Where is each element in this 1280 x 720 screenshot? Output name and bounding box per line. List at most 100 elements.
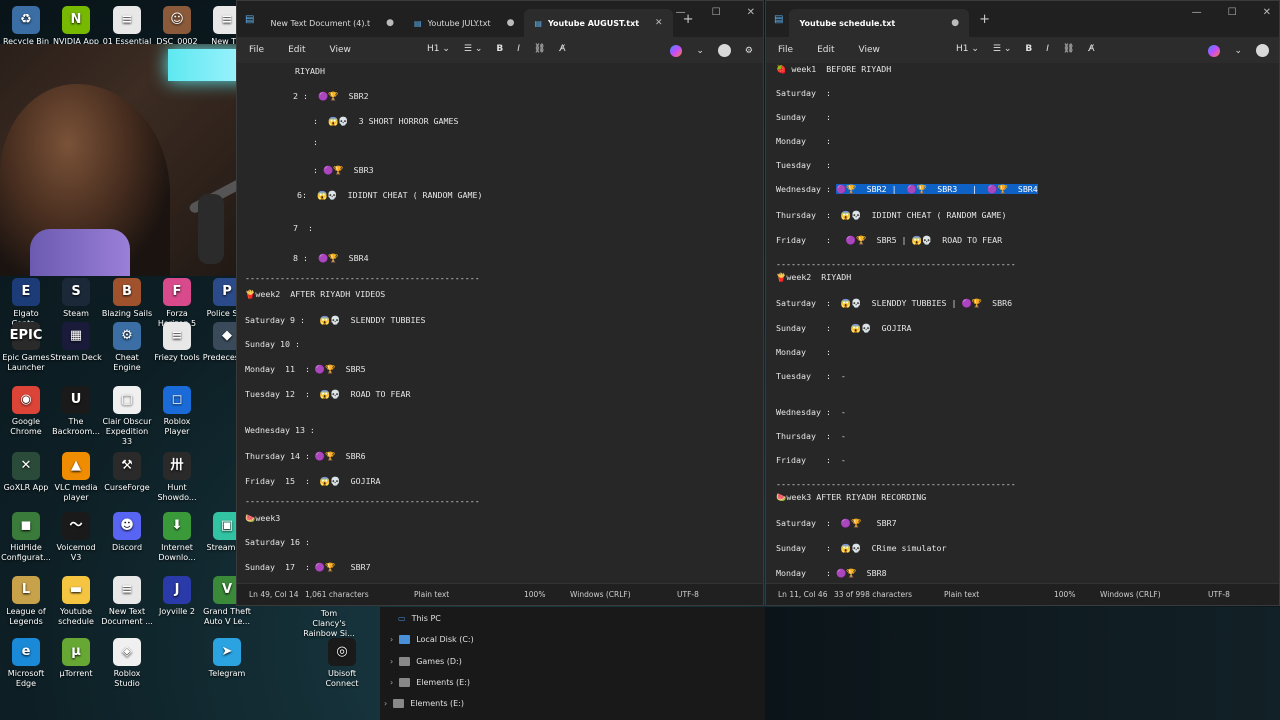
desktop-shortcut[interactable]: 〜 Voicemod V3 <box>50 512 102 563</box>
tab-new-text-document[interactable]: New Text Document (4).t ● <box>260 9 404 37</box>
modified-dot-icon: ● <box>386 18 395 28</box>
desktop-shortcut-label: HidHide Configurat... <box>1 543 51 562</box>
nav-item-local-disk[interactable]: › Local Disk (C:) <box>390 635 474 644</box>
desktop-shortcut[interactable]: ☺ DSC_0002 <box>151 6 203 47</box>
encoding[interactable]: UTF-8 <box>677 590 699 599</box>
nav-item-elements[interactable]: › Elements (E:) <box>390 678 470 687</box>
gear-icon[interactable]: ⚙ <box>745 46 753 56</box>
desktop-shortcut[interactable]: ≡ 01 Essential <box>101 6 153 47</box>
desktop-shortcut[interactable]: ⚙ Cheat Engine <box>101 322 153 373</box>
desktop-shortcut[interactable]: ⚒ CurseForge <box>101 452 153 493</box>
close-icon[interactable]: ✕ <box>747 7 755 18</box>
desktop-shortcut[interactable]: ♻ Recycle Bin <box>0 6 52 47</box>
menu-edit[interactable]: Edit <box>276 45 317 55</box>
link-icon[interactable]: ⛓ <box>534 44 545 54</box>
desktop-shortcut[interactable]: U The Backroom... <box>50 386 102 437</box>
zoom-level[interactable]: 100% <box>1054 590 1075 599</box>
menu-view[interactable]: View <box>318 45 363 55</box>
heading-dropdown[interactable]: H1 ⌄ <box>427 44 450 54</box>
desktop-shortcut[interactable]: 卅 Hunt Showdo... <box>151 452 203 503</box>
text-line: : 🟣🏆 SBR3 <box>303 165 374 175</box>
account-avatar-icon[interactable] <box>1256 44 1269 57</box>
desktop-shortcut[interactable]: ▲ VLC media player <box>50 452 102 503</box>
desktop-shortcut[interactable]: N NVIDIA App <box>50 6 102 47</box>
menu-edit[interactable]: Edit <box>805 45 846 55</box>
nav-item-this-pc[interactable]: ▭ This PC <box>398 614 441 623</box>
clear-format-icon[interactable]: A̸ <box>559 44 565 54</box>
italic-icon[interactable]: I <box>517 44 520 54</box>
account-avatar-icon[interactable] <box>717 44 731 57</box>
encoding[interactable]: UTF-8 <box>1208 590 1230 599</box>
zoom-level[interactable]: 100% <box>524 590 545 599</box>
chevron-down-icon[interactable]: ⌄ <box>1234 46 1242 56</box>
copilot-icon[interactable] <box>670 44 683 57</box>
notepad-window-august[interactable]: ▤ New Text Document (4).t ● ▤ Youtube JUL… <box>236 0 764 606</box>
desktop-shortcut[interactable]: µ µTorrent <box>50 638 102 679</box>
chevron-right-icon[interactable]: › <box>384 699 387 708</box>
new-tab-icon[interactable]: + <box>979 12 990 27</box>
tab-youtube-august[interactable]: ▤ Youtube AUGUST.txt ✕ <box>524 9 673 37</box>
close-tab-icon[interactable]: ✕ <box>655 18 663 28</box>
desktop-shortcut[interactable]: ⬇ Internet Downlo... <box>151 512 203 563</box>
link-icon[interactable]: ⛓ <box>1063 44 1074 54</box>
text-line: ----------------------------------------… <box>776 479 1016 489</box>
roblox-studio-icon: ◈ <box>113 638 141 666</box>
line-ending[interactable]: Windows (CRLF) <box>570 590 631 599</box>
desktop-shortcut[interactable]: S Steam <box>50 278 102 319</box>
desktop-shortcut[interactable]: ▬ Youtube schedule <box>50 576 102 627</box>
desktop-shortcut[interactable]: ≡ Friezy tools <box>151 322 203 363</box>
desktop-shortcut[interactable]: J Joyville 2 <box>151 576 203 617</box>
desktop-shortcut[interactable]: ◻ Roblox Player <box>151 386 203 437</box>
desktop-shortcut[interactable]: ▢ Clair Obscur Expedition 33 <box>101 386 153 447</box>
maximize-icon[interactable]: ☐ <box>1228 7 1237 18</box>
maximize-icon[interactable]: ☐ <box>712 7 721 18</box>
desktop-shortcut[interactable]: ➤ Telegram <box>201 638 253 679</box>
desktop-shortcut[interactable]: ◼ HidHide Configurat... <box>0 512 52 563</box>
desktop-shortcut[interactable]: ≡ New Text Document ... <box>101 576 153 627</box>
minimize-icon[interactable]: — <box>1192 7 1202 18</box>
curseforge-icon: ⚒ <box>113 452 141 480</box>
minimize-icon[interactable]: — <box>676 7 686 18</box>
desktop-shortcut[interactable]: ◉ Google Chrome <box>0 386 52 437</box>
clear-format-icon[interactable]: A̸ <box>1088 44 1094 54</box>
menu-view[interactable]: View <box>847 45 892 55</box>
menu-file[interactable]: File <box>766 45 805 55</box>
heading-dropdown[interactable]: H1 ⌄ <box>956 44 979 54</box>
telegram-icon: ➤ <box>213 638 241 666</box>
nav-item-elements-2[interactable]: › Elements (E:) <box>384 699 464 708</box>
italic-icon[interactable]: I <box>1046 44 1049 54</box>
close-icon[interactable]: ✕ <box>1263 7 1271 18</box>
cursor-position: Ln 11, Col 46 <box>778 590 828 599</box>
desktop-shortcut[interactable]: EPIC Epic Games Launcher <box>0 322 52 373</box>
desktop-shortcut[interactable]: ▦ Stream Deck <box>50 322 102 363</box>
copilot-icon[interactable] <box>1208 44 1221 57</box>
desktop-shortcut[interactable]: ◈ Roblox Studio <box>101 638 153 689</box>
text-editor[interactable]: RIYADH 2 : 🟣🏆 SBR2 : 😱💀 3 SHORT HORROR GA… <box>237 63 763 583</box>
desktop-shortcut[interactable]: e Microsoft Edge <box>0 638 52 689</box>
tab-youtube-july[interactable]: ▤ Youtube JULY.txt ● <box>404 9 524 37</box>
list-icon[interactable]: ☰ ⌄ <box>993 44 1011 54</box>
bold-icon[interactable]: B <box>496 44 503 54</box>
chevron-right-icon[interactable]: › <box>390 635 393 644</box>
list-icon[interactable]: ☰ ⌄ <box>464 44 482 54</box>
menu-file[interactable]: File <box>237 45 276 55</box>
hunt-icon: 卅 <box>163 452 191 480</box>
chevron-down-icon[interactable]: ⌄ <box>696 46 704 56</box>
desktop-shortcut[interactable]: ✕ GoXLR App <box>0 452 52 493</box>
desktop-shortcut[interactable]: B Blazing Sails <box>101 278 153 319</box>
roblox-icon: ◻ <box>163 386 191 414</box>
notepad-window-schedule[interactable]: ▤ Youtube schedule.txt ● + — ☐ ✕ File Edi… <box>765 0 1280 606</box>
text-selection[interactable]: 🟣🏆 SBR2 | 🟣🏆 SBR3 | 🟣🏆 SBR4 <box>835 184 1038 194</box>
notepad-tab-icon: ▤ <box>414 18 422 28</box>
chevron-right-icon[interactable]: › <box>390 678 393 687</box>
chevron-right-icon[interactable]: › <box>390 657 393 666</box>
bold-icon[interactable]: B <box>1025 44 1032 54</box>
desktop-shortcut[interactable]: L League of Legends <box>0 576 52 627</box>
desktop-shortcut[interactable]: ☻ Discord <box>101 512 153 553</box>
tab-youtube-schedule[interactable]: Youtube schedule.txt ● <box>789 9 970 37</box>
desktop-shortcut[interactable]: ◎ Ubisoft Connect <box>316 638 368 689</box>
nav-item-games[interactable]: › Games (D:) <box>390 657 462 666</box>
line-ending[interactable]: Windows (CRLF) <box>1100 590 1161 599</box>
text-line: Sunday : 😱💀 CRime simulator <box>776 543 947 553</box>
text-editor[interactable]: 🍓 week1 BEFORE RIYADH Saturday : Sunday : M… <box>766 63 1279 583</box>
